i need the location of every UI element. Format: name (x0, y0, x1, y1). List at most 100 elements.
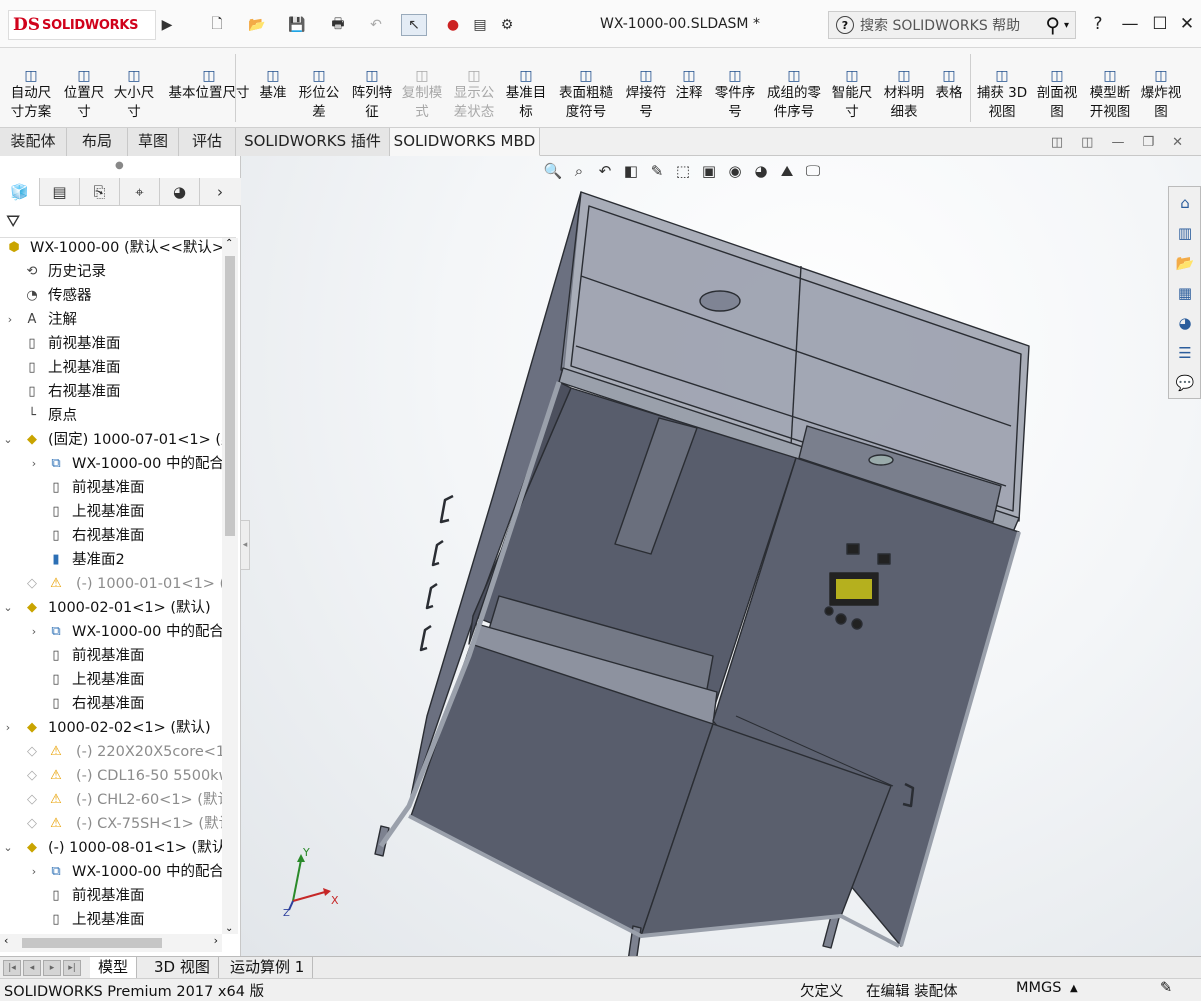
minimize-icon[interactable]: — (1118, 12, 1142, 36)
scroll-up-icon[interactable]: ⌃ (225, 238, 233, 249)
display-manager-tab-icon[interactable]: ◕ (160, 178, 200, 206)
search-input[interactable]: 搜索 SOLIDWORKS 帮助 (860, 15, 1045, 35)
command-button-datum[interactable]: ◫ 基准 (258, 48, 288, 128)
command-button-model-break-view[interactable]: ◫ 模型断 开视图 (1086, 48, 1134, 128)
command-button-show-tolerance-status[interactable]: ◫ 显示公 差状态 (451, 48, 497, 128)
select-cursor-icon[interactable]: ↖ (401, 14, 427, 36)
command-button-balloon[interactable]: ◫ 零件序 号 (712, 48, 758, 128)
collapse-arrow-icon[interactable]: ⌄ (2, 596, 14, 620)
command-button-basic-location-dimension[interactable]: ◫ 基本位置尺寸 (163, 48, 255, 128)
solidworks-logo[interactable]: DS SOLIDWORKS (8, 10, 156, 40)
restore-left-icon[interactable]: ◫ (1051, 135, 1063, 150)
restore-right-icon[interactable]: ◫ (1081, 135, 1093, 150)
quick-tips-icon[interactable]: ✎ (1160, 980, 1172, 996)
scroll-right-icon[interactable]: › (214, 934, 218, 947)
close-viewport-icon[interactable]: ✕ (1172, 135, 1183, 150)
tab-5[interactable]: SOLIDWORKS MBD (390, 128, 540, 156)
tree-vertical-scrollbar[interactable]: ⌃ ⌄ (222, 238, 238, 934)
maximize-icon[interactable]: ☐ (1148, 12, 1172, 36)
command-button-exploded-view[interactable]: ◫ 爆炸视 图 (1139, 48, 1183, 128)
options-gear-icon[interactable]: ⚙ (495, 14, 519, 36)
command-button-size-dimension[interactable]: ◫ 大小尺 寸 (110, 48, 158, 128)
tree-row[interactable]: › A 注解 (0, 308, 222, 332)
property-manager-tab-icon[interactable]: ▤ (40, 178, 80, 206)
solidworks-resources-icon[interactable]: ⌂ (1173, 191, 1197, 215)
collapse-arrow-icon[interactable]: ⌄ (2, 836, 14, 860)
tree-row[interactable]: › ⧉ WX-1000-00 中的配合 (0, 860, 222, 884)
bottom-tab-1[interactable]: 3D 视图 (146, 957, 219, 978)
expand-arrow-icon[interactable]: › (4, 308, 16, 332)
view-palette-icon[interactable]: ▦ (1173, 281, 1197, 305)
feature-manager-tab-icon[interactable]: 🧊 (0, 178, 40, 206)
custom-properties-icon[interactable]: ☰ (1173, 341, 1197, 365)
scrollbar-thumb[interactable] (225, 256, 235, 536)
bottom-tab-2[interactable]: 运动算例 1 (222, 957, 314, 978)
print-icon[interactable]: 🖶 (324, 14, 352, 36)
new-document-icon[interactable]: 🗋 (206, 14, 228, 36)
minimize-viewport-icon[interactable]: — (1111, 135, 1124, 150)
file-explorer-icon[interactable]: 📂 (1173, 251, 1197, 275)
tree-row[interactable]: ▯ 上视基准面 (0, 668, 222, 692)
file-properties-icon[interactable]: ▤ (470, 14, 490, 36)
tree-row[interactable]: ◔ 传感器 (0, 284, 222, 308)
tree-row[interactable]: ◇ ⚠ (-) CDL16-50 5500kw (0, 764, 222, 788)
tree-row[interactable]: ⌄ ◆ (固定) 1000-07-01<1> (默 (0, 428, 222, 452)
tree-row[interactable]: ▯ 上视基准面 (0, 356, 222, 380)
expand-arrow-icon[interactable]: › (2, 716, 14, 740)
design-library-icon[interactable]: ▥ (1173, 221, 1197, 245)
restore-viewport-icon[interactable]: ❐ (1142, 135, 1154, 150)
panel-collapse-handle-icon[interactable]: ◂ (240, 520, 250, 570)
tree-row[interactable]: ▯ 上视基准面 (0, 500, 222, 524)
command-button-pattern-feature[interactable]: ◫ 阵列特 征 (349, 48, 395, 128)
more-tabs-arrow-icon[interactable]: › (200, 178, 240, 206)
tree-row[interactable]: › ⧉ WX-1000-00 中的配合 (0, 620, 222, 644)
tab-1[interactable]: 布局 (67, 128, 128, 156)
close-icon[interactable]: ✕ (1175, 12, 1199, 36)
command-button-table[interactable]: ◫ 表格 (933, 48, 965, 128)
tree-row[interactable]: › ◆ 1000-02-02<1> (默认) (0, 716, 222, 740)
bottom-tab-0[interactable]: 模型 (90, 957, 138, 978)
tree-row[interactable]: ◇ ⚠ (-) CHL2-60<1> (默认 (0, 788, 222, 812)
tree-row[interactable]: ⌄ ◆ (-) 1000-08-01<1> (默认 (0, 836, 222, 860)
search-icon[interactable]: ⚲ (1045, 13, 1060, 37)
tree-row[interactable]: ▯ 前视基准面 (0, 644, 222, 668)
tree-row[interactable]: ▯ 右视基准面 (0, 692, 222, 716)
tree-row[interactable]: ◇ ⚠ (-) CX-75SH<1> (默认 (0, 812, 222, 836)
command-button-section-view[interactable]: ◫ 剖面视 图 (1035, 48, 1079, 128)
search-box[interactable]: ? 搜索 SOLIDWORKS 帮助 ⚲ ▾ (828, 11, 1076, 39)
graphics-area[interactable]: 🔍 ⌕ ↶ ◧ ✎ ⬚ ▣ ◉ ◕ ⛰ 🖵 Y X Z (241, 156, 1201, 956)
command-button-smart-dimension[interactable]: ◫ 智能尺 寸 (829, 48, 875, 128)
command-button-stacked-balloon[interactable]: ◫ 成组的零 件序号 (763, 48, 825, 128)
expand-arrow-icon[interactable]: › (28, 620, 40, 644)
command-button-weld-symbol[interactable]: ◫ 焊接符 号 (622, 48, 670, 128)
chevron-down-icon[interactable]: ▾ (1064, 20, 1069, 31)
collapse-arrow-icon[interactable]: ⌄ (2, 428, 14, 452)
last-tab-icon[interactable]: ▸| (63, 960, 81, 976)
open-document-icon[interactable]: 📂 (244, 14, 270, 36)
command-button-smart-dimension-auto[interactable]: ◫ 自动尺 寸方案 (8, 48, 54, 128)
command-button-surface-finish[interactable]: ◫ 表面粗糙 度符号 (555, 48, 617, 128)
command-button-copy-scheme[interactable]: ◫ 复制模 式 (399, 48, 445, 128)
dimxpert-tab-icon[interactable]: ⌖ (120, 178, 160, 206)
command-button-location-dimension[interactable]: ◫ 位置尺 寸 (60, 48, 108, 128)
tree-row[interactable]: ▯ 前视基准面 (0, 476, 222, 500)
prev-tab-icon[interactable]: ◂ (23, 960, 41, 976)
expand-arrow-icon[interactable]: › (28, 452, 40, 476)
tab-0[interactable]: 装配体 (0, 128, 67, 156)
tab-4[interactable]: SOLIDWORKS 插件 (236, 128, 390, 156)
hscrollbar-thumb[interactable] (22, 938, 162, 948)
unit-system-dropdown-icon[interactable]: ▲ (1070, 983, 1078, 994)
tree-row[interactable]: ▯ 右视基准面 (0, 380, 222, 404)
assembly-model[interactable] (241, 156, 1201, 956)
tab-3[interactable]: 评估 (179, 128, 236, 156)
tree-row[interactable]: ◇ ⚠ (-) 220X20X5core<1 (0, 740, 222, 764)
next-tab-icon[interactable]: ▸ (43, 960, 61, 976)
tree-row[interactable]: ▯ 前视基准面 (0, 332, 222, 356)
first-tab-icon[interactable]: |◂ (3, 960, 21, 976)
help-button[interactable]: ? (1086, 12, 1110, 36)
configuration-manager-tab-icon[interactable]: ⎘ (80, 178, 120, 206)
undo-icon[interactable]: ↶ (362, 14, 390, 36)
command-button-note[interactable]: ◫ 注释 (674, 48, 704, 128)
scroll-left-icon[interactable]: ‹ (4, 934, 8, 947)
appearances-icon[interactable]: ◕ (1173, 311, 1197, 335)
